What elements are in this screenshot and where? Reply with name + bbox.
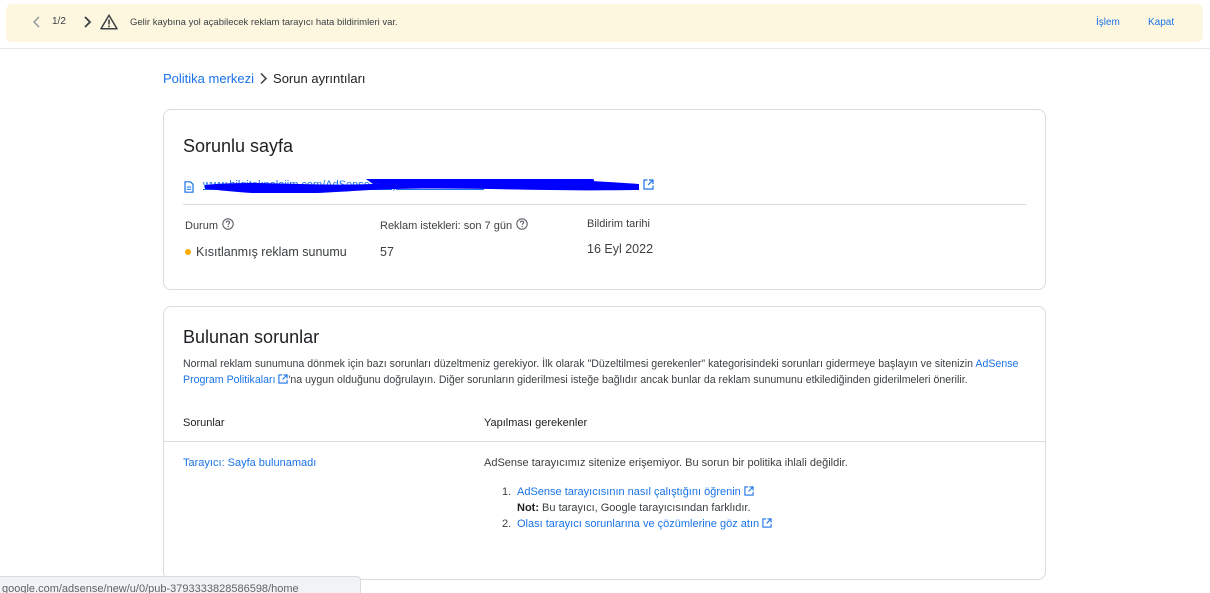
ad-requests-column: Reklam istekleri: son 7 gün 57 <box>380 218 528 259</box>
open-in-new-icon[interactable] <box>643 177 654 195</box>
page-url-row: www.bilgiteknolojim.com/AdSense-tarayici… <box>184 177 654 195</box>
found-issues-card: Bulunan sorunlar Normal reklam sunumuna … <box>163 306 1046 580</box>
ad-requests-value: 57 <box>380 245 394 259</box>
found-issues-title: Bulunan sorunlar <box>183 327 320 347</box>
chevron-right-icon <box>259 72 268 85</box>
issue-crawler-page-not-found-link[interactable]: Tarayıcı: Sayfa bulunamadı <box>183 457 316 469</box>
notification-date-value: 16 Eyl 2022 <box>587 242 654 256</box>
actions-column-header: Yapılması gerekenler <box>484 417 588 429</box>
issues-column-header: Sorunlar <box>183 417 225 429</box>
document-icon <box>184 180 194 193</box>
problem-page-card: Sorunlu sayfa www.bilgiteknolojim.com/Ad… <box>163 109 1046 290</box>
status-label: Durum <box>185 218 347 233</box>
open-in-new-icon <box>762 518 772 528</box>
crawler-note: Not: Bu tarayıcı, Google tarayıcısından … <box>517 502 751 514</box>
open-in-new-icon <box>744 486 754 496</box>
breadcrumb-current: Sorun ayrıntıları <box>273 71 366 86</box>
crawler-issues-link[interactable]: Olası tarayıcı sorunlarına ve çözümlerin… <box>517 516 772 532</box>
banner-message: Gelir kaybına yol açabilecek reklam tara… <box>130 17 398 28</box>
page-url-link[interactable]: www.bilgiteknolojim.com/AdSense-tarayici… <box>203 179 639 193</box>
learn-crawler-link[interactable]: AdSense tarayıcısının nasıl çalıştığını … <box>517 484 754 500</box>
breadcrumb: Politika merkezi Sorun ayrıntıları <box>163 71 366 86</box>
banner-counter: 1/2 <box>52 16 66 27</box>
problem-page-title: Sorunlu sayfa <box>183 136 294 156</box>
notification-date-label: Bildirim tarihi <box>587 218 650 230</box>
banner-action-button[interactable]: İşlem <box>1096 17 1120 28</box>
help-icon[interactable] <box>222 218 234 233</box>
issue-description: AdSense tarayıcımız sitenize erişemiyor.… <box>484 457 848 469</box>
breadcrumb-policy-center-link[interactable]: Politika merkezi <box>163 71 254 86</box>
table-divider <box>164 441 1045 442</box>
status-column: Durum Kısıtlanmış reklam sunumu <box>185 218 347 259</box>
status-dot-icon <box>185 249 191 255</box>
browser-status-bar: google.com/adsense/new/u/0/pub-379333382… <box>0 576 361 593</box>
notification-date-column: Bildirim tarihi 16 Eyl 2022 <box>587 218 653 256</box>
notification-banner: 1/2 Gelir kaybına yol açabilecek reklam … <box>6 4 1203 42</box>
open-in-new-icon <box>278 374 289 384</box>
banner-dismiss-button[interactable]: Kapat <box>1148 17 1174 28</box>
header-divider <box>0 48 1210 49</box>
issues-description: Normal reklam sunumuna dönmek için bazı … <box>183 358 1019 386</box>
ad-requests-label: Reklam istekleri: son 7 gün <box>380 218 528 233</box>
warning-icon <box>100 14 118 33</box>
list-item: 1. AdSense tarayıcısının nasıl çalıştığı… <box>502 484 772 500</box>
chevron-right-icon[interactable] <box>82 15 92 32</box>
divider <box>183 204 1026 205</box>
redaction-scribble <box>205 179 639 193</box>
status-value: Kısıtlanmış reklam sunumu <box>185 245 347 259</box>
help-icon[interactable] <box>516 218 528 233</box>
list-item: 2. Olası tarayıcı sorunlarına ve çözümle… <box>502 516 772 532</box>
chevron-left-icon[interactable] <box>32 15 42 32</box>
action-steps: 1. AdSense tarayıcısının nasıl çalıştığı… <box>502 484 772 532</box>
